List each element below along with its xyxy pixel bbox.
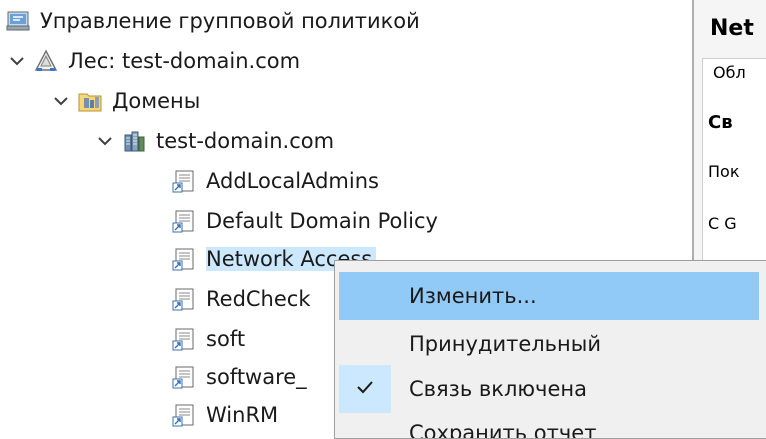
gpo-link-icon bbox=[172, 287, 196, 311]
check-background bbox=[339, 365, 391, 413]
gpo-link-label: soft bbox=[206, 327, 246, 351]
gpo-link-icon bbox=[172, 365, 196, 389]
gpo-link-label: RedCheck bbox=[206, 287, 311, 311]
gpo-link-item[interactable]: soft bbox=[172, 320, 245, 358]
menu-item-label: Принудительный bbox=[409, 332, 602, 356]
gpo-link-icon bbox=[172, 247, 196, 271]
menu-item-save-report[interactable]: Сохранить отчет bbox=[335, 409, 763, 439]
gpo-link-icon bbox=[172, 209, 196, 233]
section-heading: Св bbox=[708, 112, 733, 133]
tree-item-label: Управление групповой политикой bbox=[40, 9, 420, 33]
gpo-link-item[interactable]: AddLocalAdmins bbox=[172, 162, 379, 200]
chevron-down-icon[interactable] bbox=[96, 132, 114, 150]
gpo-link-icon bbox=[172, 169, 196, 193]
menu-item-link-enabled[interactable]: Связь включена bbox=[335, 365, 763, 413]
tree-item-label: Домены bbox=[112, 89, 201, 113]
menu-item-edit[interactable]: Изменить... bbox=[339, 272, 759, 320]
tree-item-domains[interactable]: Домены bbox=[52, 82, 200, 120]
gpo-link-label: Default Domain Policy bbox=[206, 209, 438, 233]
gpo-link-label: software_ bbox=[206, 365, 307, 389]
section-text: C G bbox=[708, 214, 737, 233]
section-text: Пок bbox=[708, 162, 740, 181]
tree-item-forest[interactable]: Лес: test-domain.com bbox=[8, 42, 300, 80]
tree-item-label: test-domain.com bbox=[156, 129, 335, 153]
menu-item-enforced[interactable]: Принудительный bbox=[335, 320, 763, 368]
tab-scope[interactable]: Обл bbox=[702, 58, 766, 89]
checkmark-icon bbox=[355, 377, 375, 401]
domain-icon bbox=[122, 129, 146, 153]
gpo-link-label: WinRM bbox=[206, 403, 279, 427]
context-menu: Изменить... Принудительный Связь включен… bbox=[334, 260, 766, 439]
gpo-link-item[interactable]: Default Domain Policy bbox=[172, 202, 438, 240]
tab-label: Обл bbox=[713, 63, 746, 82]
tree-item-label: Лес: test-domain.com bbox=[68, 49, 301, 73]
gpo-link-icon bbox=[172, 403, 196, 427]
group-policy-management-icon bbox=[6, 9, 30, 33]
chevron-down-icon[interactable] bbox=[52, 92, 70, 110]
tree-item-gpm-root[interactable]: Управление групповой политикой bbox=[6, 2, 420, 40]
tree-item-domain[interactable]: test-domain.com bbox=[96, 122, 334, 160]
menu-item-label: Изменить... bbox=[409, 284, 537, 308]
menu-item-label: Связь включена bbox=[409, 377, 587, 401]
gpo-link-item[interactable]: RedCheck bbox=[172, 280, 311, 318]
gpo-link-item[interactable]: WinRM bbox=[172, 396, 278, 434]
domains-folder-icon bbox=[78, 89, 102, 113]
gpo-link-item[interactable]: software_ bbox=[172, 358, 307, 396]
details-title: Net bbox=[710, 16, 754, 41]
forest-icon bbox=[34, 49, 58, 73]
menu-item-label: Сохранить отчет bbox=[409, 421, 597, 439]
gpo-link-icon bbox=[172, 327, 196, 351]
gpo-link-label: AddLocalAdmins bbox=[206, 169, 379, 193]
chevron-down-icon[interactable] bbox=[8, 52, 26, 70]
